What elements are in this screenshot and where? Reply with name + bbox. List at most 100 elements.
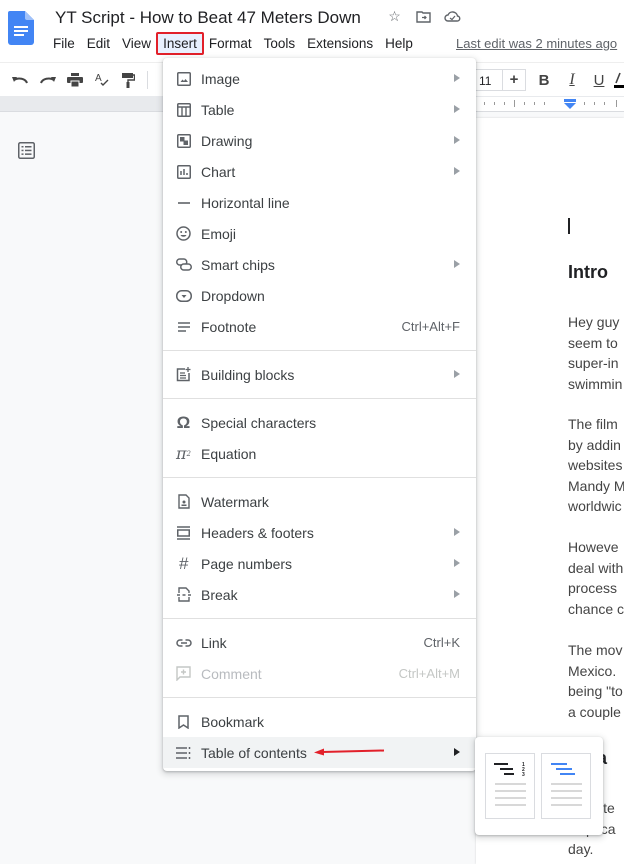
submenu-arrow-icon bbox=[454, 748, 460, 756]
pi-icon: π2 bbox=[176, 444, 191, 463]
ruler-tick bbox=[584, 102, 585, 105]
menu-item-footnote[interactable]: Footnote Ctrl+Alt+F bbox=[163, 311, 476, 342]
menu-item-table[interactable]: Table bbox=[163, 94, 476, 125]
menu-item-label: Break bbox=[201, 586, 238, 603]
menu-item-label: Horizontal line bbox=[201, 194, 290, 211]
menu-item-image[interactable]: Image bbox=[163, 63, 476, 94]
comment-icon bbox=[175, 665, 192, 682]
menu-divider bbox=[163, 697, 476, 698]
star-icon[interactable]: ☆ bbox=[386, 8, 403, 25]
move-to-folder-icon[interactable] bbox=[415, 8, 432, 25]
toc-submenu: 1 2 3 bbox=[475, 737, 603, 835]
drawing-icon bbox=[175, 132, 192, 149]
menu-insert[interactable]: Insert bbox=[156, 32, 204, 55]
text-color-icon[interactable] bbox=[614, 70, 624, 90]
svg-text:3: 3 bbox=[522, 772, 525, 778]
menu-item-label: Watermark bbox=[201, 493, 269, 510]
menu-item-chart[interactable]: Chart bbox=[163, 156, 476, 187]
chart-icon bbox=[175, 163, 192, 180]
cloud-saved-icon[interactable] bbox=[444, 8, 461, 25]
bold-button[interactable]: B bbox=[534, 70, 554, 90]
ruler-tick bbox=[514, 100, 515, 107]
menu-item-headers-footers[interactable]: Headers & footers bbox=[163, 517, 476, 548]
menu-item-bookmark[interactable]: Bookmark bbox=[163, 706, 476, 737]
docs-logo-icon[interactable] bbox=[8, 11, 34, 45]
menu-divider bbox=[163, 350, 476, 351]
menu-item-break[interactable]: Break bbox=[163, 579, 476, 610]
menu-item-dropdown[interactable]: Dropdown bbox=[163, 280, 476, 311]
submenu-arrow-icon bbox=[454, 590, 460, 598]
ruler-tick bbox=[544, 102, 545, 105]
increase-font-size-button[interactable]: + bbox=[502, 69, 526, 91]
menu-item-special-characters[interactable]: Ω Special characters bbox=[163, 407, 476, 438]
menu-item-building-blocks[interactable]: Building blocks bbox=[163, 359, 476, 390]
paragraph-3: Howeve deal with process chance c bbox=[568, 537, 624, 619]
hash-icon: # bbox=[178, 553, 189, 573]
menu-extensions[interactable]: Extensions bbox=[301, 33, 379, 54]
menu-view[interactable]: View bbox=[116, 33, 157, 54]
heading-intro: Intro bbox=[568, 262, 608, 282]
paint-format-icon[interactable] bbox=[118, 70, 138, 90]
menu-format[interactable]: Format bbox=[203, 33, 258, 54]
submenu-arrow-icon bbox=[454, 105, 460, 113]
dropdown-icon bbox=[175, 287, 192, 304]
ruler-tick bbox=[484, 102, 485, 105]
toc-page-numbers-preview-icon: 1 2 3 bbox=[494, 762, 526, 806]
text-line: Mexico. bbox=[568, 662, 617, 679]
text-line: The film bbox=[568, 416, 618, 432]
menu-item-watermark[interactable]: Watermark bbox=[163, 486, 476, 517]
document-outline-icon[interactable] bbox=[18, 142, 35, 159]
menu-item-equation[interactable]: π2 Equation bbox=[163, 438, 476, 469]
menu-item-link[interactable]: Link Ctrl+K bbox=[163, 627, 476, 658]
toc-option-blue-links[interactable] bbox=[541, 753, 591, 819]
footnote-icon bbox=[175, 318, 192, 335]
underline-button[interactable]: U bbox=[589, 70, 609, 90]
font-size-input[interactable]: 11 bbox=[472, 69, 502, 91]
shortcut-label: Ctrl+K bbox=[423, 635, 460, 650]
last-edit-link[interactable]: Last edit was 2 minutes ago bbox=[456, 36, 617, 51]
text-line: swimmin bbox=[568, 375, 623, 392]
toolbar-divider bbox=[147, 71, 148, 89]
menu-item-label: Table bbox=[201, 101, 235, 118]
menu-file[interactable]: File bbox=[47, 33, 81, 54]
toc-option-page-numbers[interactable]: 1 2 3 bbox=[485, 753, 535, 819]
text-line: deal with bbox=[568, 559, 624, 576]
menu-help[interactable]: Help bbox=[379, 33, 419, 54]
submenu-arrow-icon bbox=[454, 167, 460, 175]
menu-item-smart-chips[interactable]: Smart chips bbox=[163, 249, 476, 280]
text-line: process bbox=[568, 580, 618, 596]
submenu-arrow-icon bbox=[454, 528, 460, 536]
menu-item-label: Special characters bbox=[201, 414, 317, 431]
menu-item-drawing[interactable]: Drawing bbox=[163, 125, 476, 156]
document-title[interactable]: YT Script - How to Beat 47 Meters Down bbox=[55, 8, 361, 28]
menu-divider bbox=[163, 477, 476, 478]
ruler[interactable] bbox=[476, 97, 624, 111]
menu-item-label: Link bbox=[201, 634, 227, 651]
text-line: Howeve bbox=[568, 539, 619, 555]
indent-marker-icon[interactable] bbox=[564, 99, 576, 109]
menu-item-emoji[interactable]: Emoji bbox=[163, 218, 476, 249]
link-icon bbox=[175, 634, 192, 651]
omega-icon: Ω bbox=[176, 412, 191, 432]
menu-item-horizontal-line[interactable]: Horizontal line bbox=[163, 187, 476, 218]
menu-tools[interactable]: Tools bbox=[258, 33, 302, 54]
italic-button[interactable]: I bbox=[562, 70, 582, 90]
spellcheck-icon[interactable]: A bbox=[92, 70, 112, 90]
undo-icon[interactable] bbox=[10, 70, 30, 90]
redo-icon[interactable] bbox=[38, 70, 58, 90]
menu-item-label: Equation bbox=[201, 445, 257, 462]
text-line: chance c bbox=[568, 600, 624, 617]
text-line: super-in bbox=[568, 355, 619, 371]
print-icon[interactable] bbox=[65, 70, 85, 90]
insert-menu: Image Table Drawing Chart Horizontal lin… bbox=[163, 58, 476, 771]
text-line: Mandy M bbox=[568, 477, 624, 494]
table-icon bbox=[175, 101, 192, 118]
text-line: worldwic bbox=[568, 498, 622, 514]
menu-edit[interactable]: Edit bbox=[81, 33, 116, 54]
watermark-icon bbox=[175, 493, 192, 510]
menu-item-label: Dropdown bbox=[201, 287, 265, 304]
headers-footers-icon bbox=[175, 524, 192, 541]
paragraph-1: Hey guy seem to super-in swimmin bbox=[568, 312, 622, 394]
menu-item-page-numbers[interactable]: # Page numbers bbox=[163, 548, 476, 579]
break-icon bbox=[175, 586, 192, 603]
